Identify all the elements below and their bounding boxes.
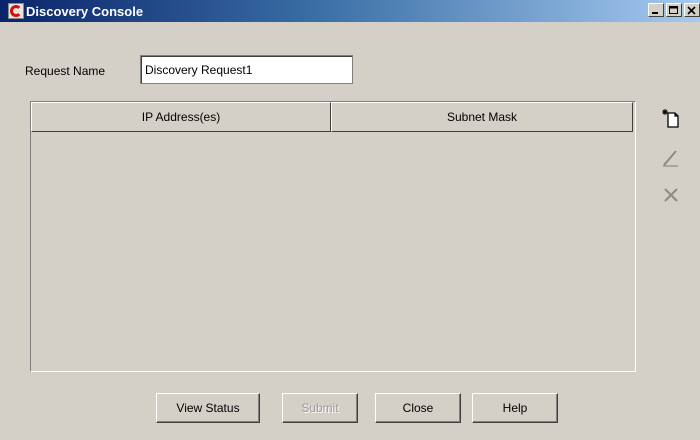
table-header: IP Address(es) Subnet Mask <box>31 102 635 132</box>
close-button[interactable] <box>684 3 700 17</box>
request-name-input[interactable] <box>140 55 353 84</box>
edit-entry-button[interactable] <box>656 142 686 172</box>
view-status-button[interactable]: View Status <box>156 393 260 423</box>
request-name-label: Request Name <box>25 64 106 78</box>
minimize-button[interactable] <box>648 3 664 17</box>
column-header-subnet-mask[interactable]: Subnet Mask <box>331 102 633 132</box>
window-controls <box>648 3 700 17</box>
maximize-icon <box>669 6 678 14</box>
app-logo-icon <box>8 3 24 19</box>
column-header-ip-address[interactable]: IP Address(es) <box>31 102 331 132</box>
help-button[interactable]: Help <box>472 393 558 423</box>
title-bar: Discovery Console <box>0 0 700 22</box>
table-body[interactable] <box>31 132 635 371</box>
delete-entry-button[interactable] <box>656 180 686 210</box>
submit-button[interactable]: Submit <box>282 393 358 423</box>
close-icon <box>687 6 696 15</box>
new-entry-button[interactable] <box>656 104 686 134</box>
window-title: Discovery Console <box>26 3 144 19</box>
ip-address-table: IP Address(es) Subnet Mask <box>30 101 636 372</box>
close-dialog-button[interactable]: Close <box>375 393 461 423</box>
edit-pencil-icon <box>663 150 678 167</box>
maximize-button[interactable] <box>666 3 682 17</box>
delete-x-icon <box>664 188 678 202</box>
new-document-icon <box>662 109 679 128</box>
minimize-icon <box>652 12 658 14</box>
